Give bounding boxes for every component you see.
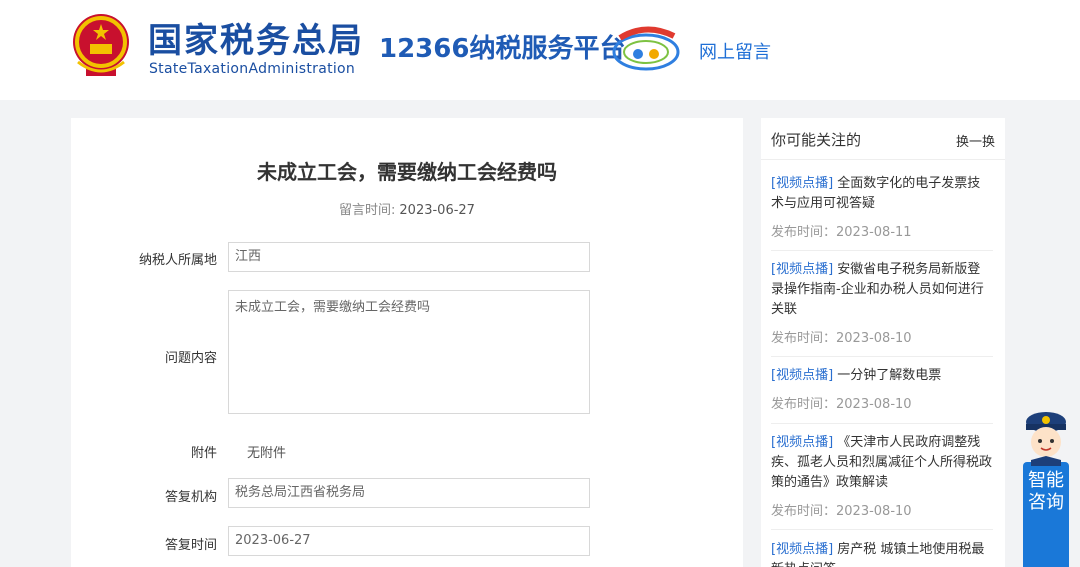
list-divider [771,423,993,424]
list-item-text[interactable]: [视频点播] 一分钟了解数电票 [771,366,993,386]
site-header: 国家税务总局 StateTaxationAdministration 12366… [0,0,1080,100]
platform-title: 12366纳税服务平台 [379,34,626,64]
sidebar-header: 你可能关注的 换一换 [761,118,1005,160]
brand-name-cn: 国家税务总局 [148,21,364,61]
list-item-date: 发布时间：2023-08-10 [771,504,912,519]
list-item[interactable]: [视频点播] 《天津市人民政府调整残疾、孤老人员和烈属减征个人所得税政策的通告》… [771,433,993,519]
refresh-button[interactable]: 换一换 [956,131,995,150]
list-divider [771,250,993,251]
content-field: 未成立工会，需要缴纳工会经费吗 [228,290,590,414]
list-item[interactable]: [视频点播] 一分钟了解数电票 发布时间：2023-08-10 [771,366,993,412]
list-divider [771,356,993,357]
attachment-label: 附件 [190,446,217,461]
list-item-tag: [视频点播] [771,368,834,383]
list-item[interactable]: [视频点播] 全面数字化的电子发票技术与应用可视答疑 发布时间：2023-08-… [771,174,993,240]
content-label: 问题内容 [164,351,217,366]
platform-12366-logo-icon [612,26,680,71]
list-item-date: 发布时间：2023-08-10 [771,331,912,346]
smart-consult-label[interactable]: 智能咨询 [1023,470,1069,514]
brand-name-en: StateTaxationAdministration [149,61,356,77]
list-item-text[interactable]: [视频点播] 安徽省电子税务局新版登录操作指南-企业和办税人员如何进行关联 [771,260,993,320]
online-message-link[interactable]: 网上留言 [699,38,771,64]
list-item-text[interactable]: [视频点播] 《天津市人民政府调整残疾、孤老人员和烈属减征个人所得税政策的通告》… [771,433,993,493]
question-title: 未成立工会，需要缴纳工会经费吗 [257,160,557,184]
national-emblem-icon [73,14,129,76]
tax-officer-avatar-icon [1026,412,1066,466]
message-time-value: 2023-06-27 [399,203,475,218]
message-time: 留言时间: 2023-06-27 [71,199,743,218]
list-divider [771,529,993,530]
list-item[interactable]: [视频点播] 房产税 城镇土地使用税最新热点问答 [771,540,993,567]
reply-time-field: 2023-06-27 [228,526,590,556]
sidebar-title: 你可能关注的 [771,131,862,149]
reply-org-label: 答复机构 [164,490,217,505]
recommended-sidebar: 你可能关注的 换一换 [视频点播] 全面数字化的电子发票技术与应用可视答疑 发布… [761,118,1005,567]
list-item-date: 发布时间：2023-08-11 [771,225,912,240]
list-item-tag: [视频点播] [771,435,834,450]
list-item-title[interactable]: 一分钟了解数电票 [837,368,941,383]
list-item[interactable]: [视频点播] 安徽省电子税务局新版登录操作指南-企业和办税人员如何进行关联 发布… [771,260,993,346]
list-item-text[interactable]: [视频点播] 房产税 城镇土地使用税最新热点问答 [771,540,993,567]
question-detail-card: 未成立工会，需要缴纳工会经费吗 留言时间: 2023-06-27 纳税人所属地 江… [71,118,743,567]
message-time-label: 留言时间: [339,203,396,218]
list-item-tag: [视频点播] [771,176,834,191]
list-item-tag: [视频点播] [771,542,834,557]
smart-consult-button[interactable]: 智能咨询 [1023,462,1069,567]
attachment-value: 无附件 [247,446,287,461]
smart-consult-widget[interactable]: 智能咨询 [1020,410,1072,567]
list-item-date: 发布时间：2023-08-10 [771,397,912,412]
region-field: 江西 [228,242,590,272]
reply-org-field: 税务总局江西省税务局 [228,478,590,508]
list-item-tag: [视频点播] [771,262,834,277]
list-item-text[interactable]: [视频点播] 全面数字化的电子发票技术与应用可视答疑 [771,174,993,214]
reply-time-label: 答复时间 [164,538,217,553]
region-label: 纳税人所属地 [138,253,217,268]
